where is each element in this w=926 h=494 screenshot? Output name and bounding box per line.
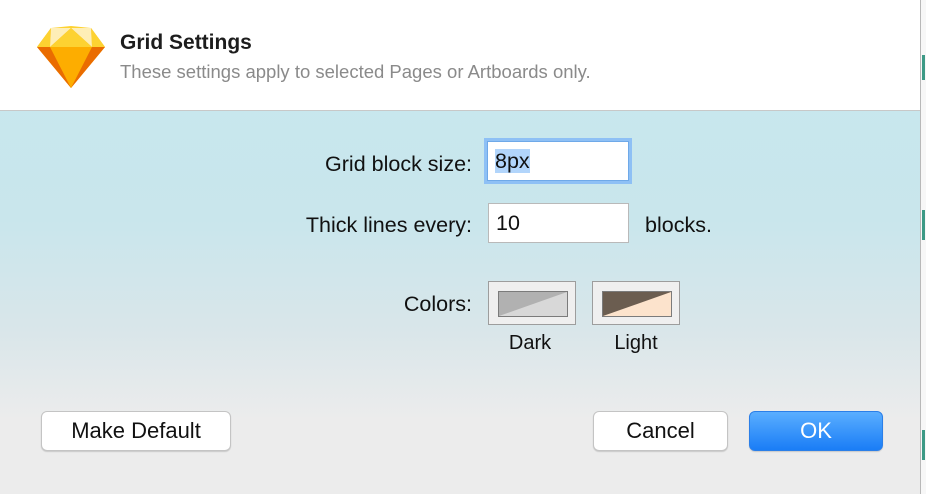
grid-block-size-label: Grid block size: xyxy=(325,152,472,176)
background-window-edge xyxy=(921,0,926,494)
dialog-subtitle: These settings apply to selected Pages o… xyxy=(120,61,591,82)
thick-lines-suffix: blocks. xyxy=(645,213,712,237)
cancel-button[interactable]: Cancel xyxy=(593,411,728,451)
grid-block-size-input[interactable]: 8px xyxy=(487,141,629,181)
dark-color-preview xyxy=(498,291,568,317)
thick-lines-input[interactable]: 10 xyxy=(488,203,629,243)
grid-block-size-value: 8px xyxy=(495,149,530,173)
make-default-button[interactable]: Make Default xyxy=(41,411,231,451)
thick-lines-value: 10 xyxy=(496,211,520,235)
dark-color-swatch[interactable] xyxy=(488,281,576,325)
light-color-preview xyxy=(602,291,672,317)
dark-swatch-label: Dark xyxy=(508,332,552,354)
thick-lines-label: Thick lines every: xyxy=(305,213,472,237)
light-color-swatch[interactable] xyxy=(592,281,680,325)
colors-label: Colors: xyxy=(403,292,472,316)
sketch-diamond-icon xyxy=(37,26,105,88)
grid-settings-dialog: Grid Settings These settings apply to se… xyxy=(0,0,921,494)
ok-button[interactable]: OK xyxy=(749,411,883,451)
dialog-header: Grid Settings These settings apply to se… xyxy=(0,0,920,111)
light-swatch-label: Light xyxy=(614,332,658,354)
dialog-title: Grid Settings xyxy=(120,31,252,54)
